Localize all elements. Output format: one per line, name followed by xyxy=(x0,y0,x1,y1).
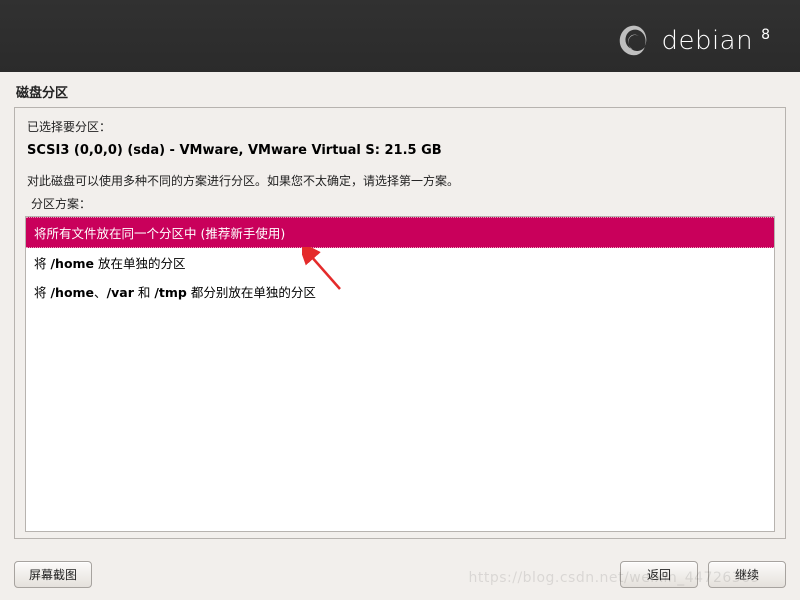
instruction-text: 对此磁盘可以使用多种不同的方案进行分区。如果您不太确定，请选择第一方案。 xyxy=(27,172,775,189)
disk-name: SCSI3 (0,0,0) (sda) - VMware, VMware Vir… xyxy=(27,143,775,158)
brand: debian 8 xyxy=(615,22,770,60)
partition-scheme-list[interactable]: 将所有文件放在同一个分区中 (推荐新手使用)将 /home 放在单独的分区将 /… xyxy=(25,216,775,532)
continue-button[interactable]: 继续 xyxy=(708,561,786,588)
scheme-label: 分区方案： xyxy=(31,195,775,212)
selected-partition-label: 已选择要分区： xyxy=(27,118,775,135)
brand-name: debian xyxy=(661,26,753,56)
screenshot-button[interactable]: 屏幕截图 xyxy=(14,561,92,588)
brand-version: 8 xyxy=(761,27,770,43)
partition-option-1[interactable]: 将 /home 放在单独的分区 xyxy=(26,248,774,277)
debian-swirl-icon xyxy=(615,22,653,60)
main-panel: 已选择要分区： SCSI3 (0,0,0) (sda) - VMware, VM… xyxy=(14,107,786,539)
header-banner: debian 8 xyxy=(0,0,800,72)
back-button[interactable]: 返回 xyxy=(620,561,698,588)
partition-option-0[interactable]: 将所有文件放在同一个分区中 (推荐新手使用) xyxy=(26,217,774,248)
page-title: 磁盘分区 xyxy=(0,72,800,107)
footer-bar: 屏幕截图 返回 继续 xyxy=(14,561,786,588)
partition-option-2[interactable]: 将 /home、/var 和 /tmp 都分别放在单独的分区 xyxy=(26,277,774,306)
